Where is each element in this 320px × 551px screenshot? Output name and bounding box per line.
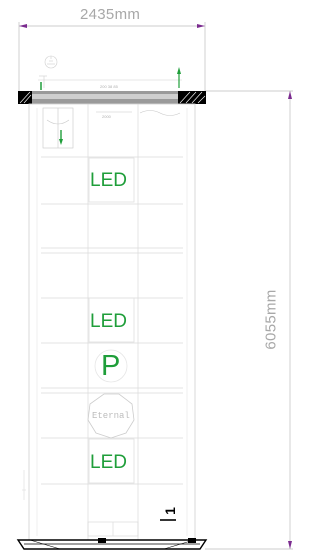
roof-green-arrow-right bbox=[177, 67, 181, 74]
upper-cabinet-detail bbox=[42, 107, 181, 149]
led-label-3: LED bbox=[90, 452, 127, 473]
left-edge-marks bbox=[22, 470, 26, 500]
width-arrow-left bbox=[19, 24, 27, 28]
top-rail-highlight bbox=[32, 94, 178, 99]
height-arrow-bottom bbox=[288, 541, 292, 549]
cabinet-green-arrow bbox=[59, 139, 63, 145]
height-dimension bbox=[205, 90, 293, 550]
brand-badge-label: Eternal bbox=[92, 411, 130, 421]
page-number: 1 bbox=[161, 507, 178, 515]
height-arrow-top bbox=[288, 91, 292, 99]
drawing-canvas: 2435mm 6055mm 200 38 85 2000 LED LED LED… bbox=[0, 0, 293, 551]
height-dimension-label: 6055mm bbox=[262, 289, 280, 350]
top-rail-right-block bbox=[178, 91, 206, 104]
width-arrow-right bbox=[197, 24, 205, 28]
cabinet-annotation: 2000 bbox=[102, 114, 111, 119]
drawing-svg bbox=[16, 22, 293, 550]
led-label-2: LED bbox=[90, 311, 127, 332]
parking-sign-label: P bbox=[101, 350, 121, 382]
lower-door-detail bbox=[87, 521, 139, 537]
top-rail-annotation: 200 38 85 bbox=[100, 84, 118, 89]
base-frame bbox=[16, 538, 208, 550]
width-dimension-label: 2435mm bbox=[80, 6, 141, 23]
led-label-1: LED bbox=[90, 170, 127, 191]
